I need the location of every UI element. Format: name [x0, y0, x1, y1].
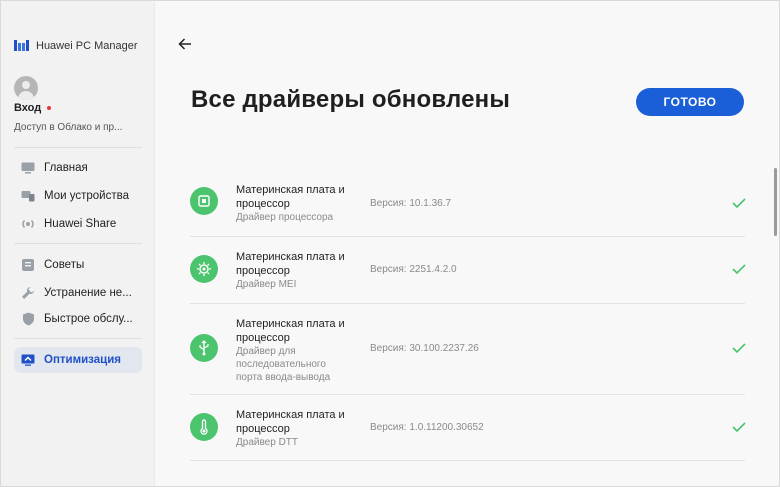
huawei-pc-manager-logo-icon	[14, 40, 29, 51]
monitor-icon	[21, 161, 35, 175]
sidebar-item-huawei-share[interactable]: Huawei Share	[14, 211, 142, 237]
driver-description: Драйвер DTT	[236, 437, 299, 448]
driver-row: Материнская плата и процессор Драйвер ME…	[190, 237, 746, 304]
app-brand: Huawei PC Manager	[14, 39, 138, 52]
gear-chip-icon	[190, 255, 218, 283]
sidebar-divider	[14, 147, 142, 148]
driver-version: Версия: 10.1.36.7	[370, 198, 452, 209]
checkmark-icon	[732, 343, 746, 354]
driver-name: Материнская плата и процессор	[236, 318, 345, 344]
driver-name: Материнская плата и процессор	[236, 409, 345, 435]
devices-icon	[21, 189, 35, 203]
avatar[interactable]	[14, 76, 38, 100]
sidebar-item-quick-service[interactable]: Быстрое обслу...	[14, 306, 142, 332]
sidebar-item-label: Быстрое обслу...	[44, 313, 133, 325]
main-panel: Все драйверы обновлены ГОТОВО Материнска…	[156, 1, 779, 486]
driver-description: Драйвер для последовательного порта ввод…	[236, 346, 331, 383]
sidebar-item-optimization[interactable]: Оптимизация	[14, 347, 142, 373]
page-title: Все драйверы обновлены	[191, 86, 511, 113]
notification-dot	[47, 106, 52, 110]
sidebar-item-label: Оптимизация	[44, 354, 121, 366]
thermometer-icon	[190, 413, 218, 441]
driver-name: Материнская плата и процессор	[236, 184, 345, 210]
driver-version: Версия: 2251.4.2.0	[370, 264, 457, 275]
share-icon	[21, 217, 35, 231]
sidebar-divider	[14, 243, 142, 244]
done-button[interactable]: ГОТОВО	[636, 88, 744, 116]
driver-version: Версия: 1.0.11200.30652	[370, 422, 484, 433]
sidebar-item-tips[interactable]: Советы	[14, 252, 142, 278]
checkmark-icon	[732, 198, 746, 209]
wrench-icon	[21, 286, 35, 300]
app-window: Huawei PC Manager Вход Доступ в Облако и…	[0, 0, 780, 487]
chip-icon	[190, 187, 218, 215]
sidebar-item-troubleshoot[interactable]: Устранение не...	[14, 280, 142, 306]
scrollbar-thumb[interactable]	[774, 168, 777, 236]
login-link[interactable]: Вход	[14, 102, 52, 114]
driver-description: Драйвер процессора	[236, 212, 334, 223]
optimize-icon	[21, 353, 35, 367]
usb-icon	[190, 334, 218, 362]
sidebar-item-home[interactable]: Главная	[14, 155, 142, 181]
app-name: Huawei PC Manager	[36, 39, 138, 52]
sidebar-divider	[14, 338, 142, 339]
tips-icon	[21, 258, 35, 272]
back-arrow-icon[interactable]	[178, 37, 192, 51]
shield-icon	[21, 312, 35, 326]
cloud-access-text[interactable]: Доступ в Облако и пр...	[14, 122, 122, 133]
driver-version: Версия: 30.100.2237.26	[370, 343, 479, 354]
sidebar-item-my-devices[interactable]: Мои устройства	[14, 183, 142, 209]
sidebar-item-label: Устранение не...	[44, 287, 132, 299]
checkmark-icon	[732, 422, 746, 433]
sidebar: Huawei PC Manager Вход Доступ в Облако и…	[1, 1, 155, 486]
driver-row: Материнская плата и процессор Драйвер дл…	[190, 304, 746, 395]
sidebar-item-label: Советы	[44, 259, 85, 271]
driver-description: Драйвер MEI	[236, 279, 297, 290]
login-label[interactable]: Вход	[14, 102, 41, 114]
driver-name: Материнская плата и процессор	[236, 251, 345, 277]
driver-row: Материнская плата и процессор Драйвер DT…	[190, 395, 746, 461]
sidebar-item-label: Главная	[44, 162, 88, 174]
sidebar-item-label: Huawei Share	[44, 218, 117, 230]
checkmark-icon	[732, 264, 746, 275]
sidebar-item-label: Мои устройства	[44, 190, 129, 202]
driver-row: Материнская плата и процессор Драйвер пр…	[190, 171, 746, 237]
